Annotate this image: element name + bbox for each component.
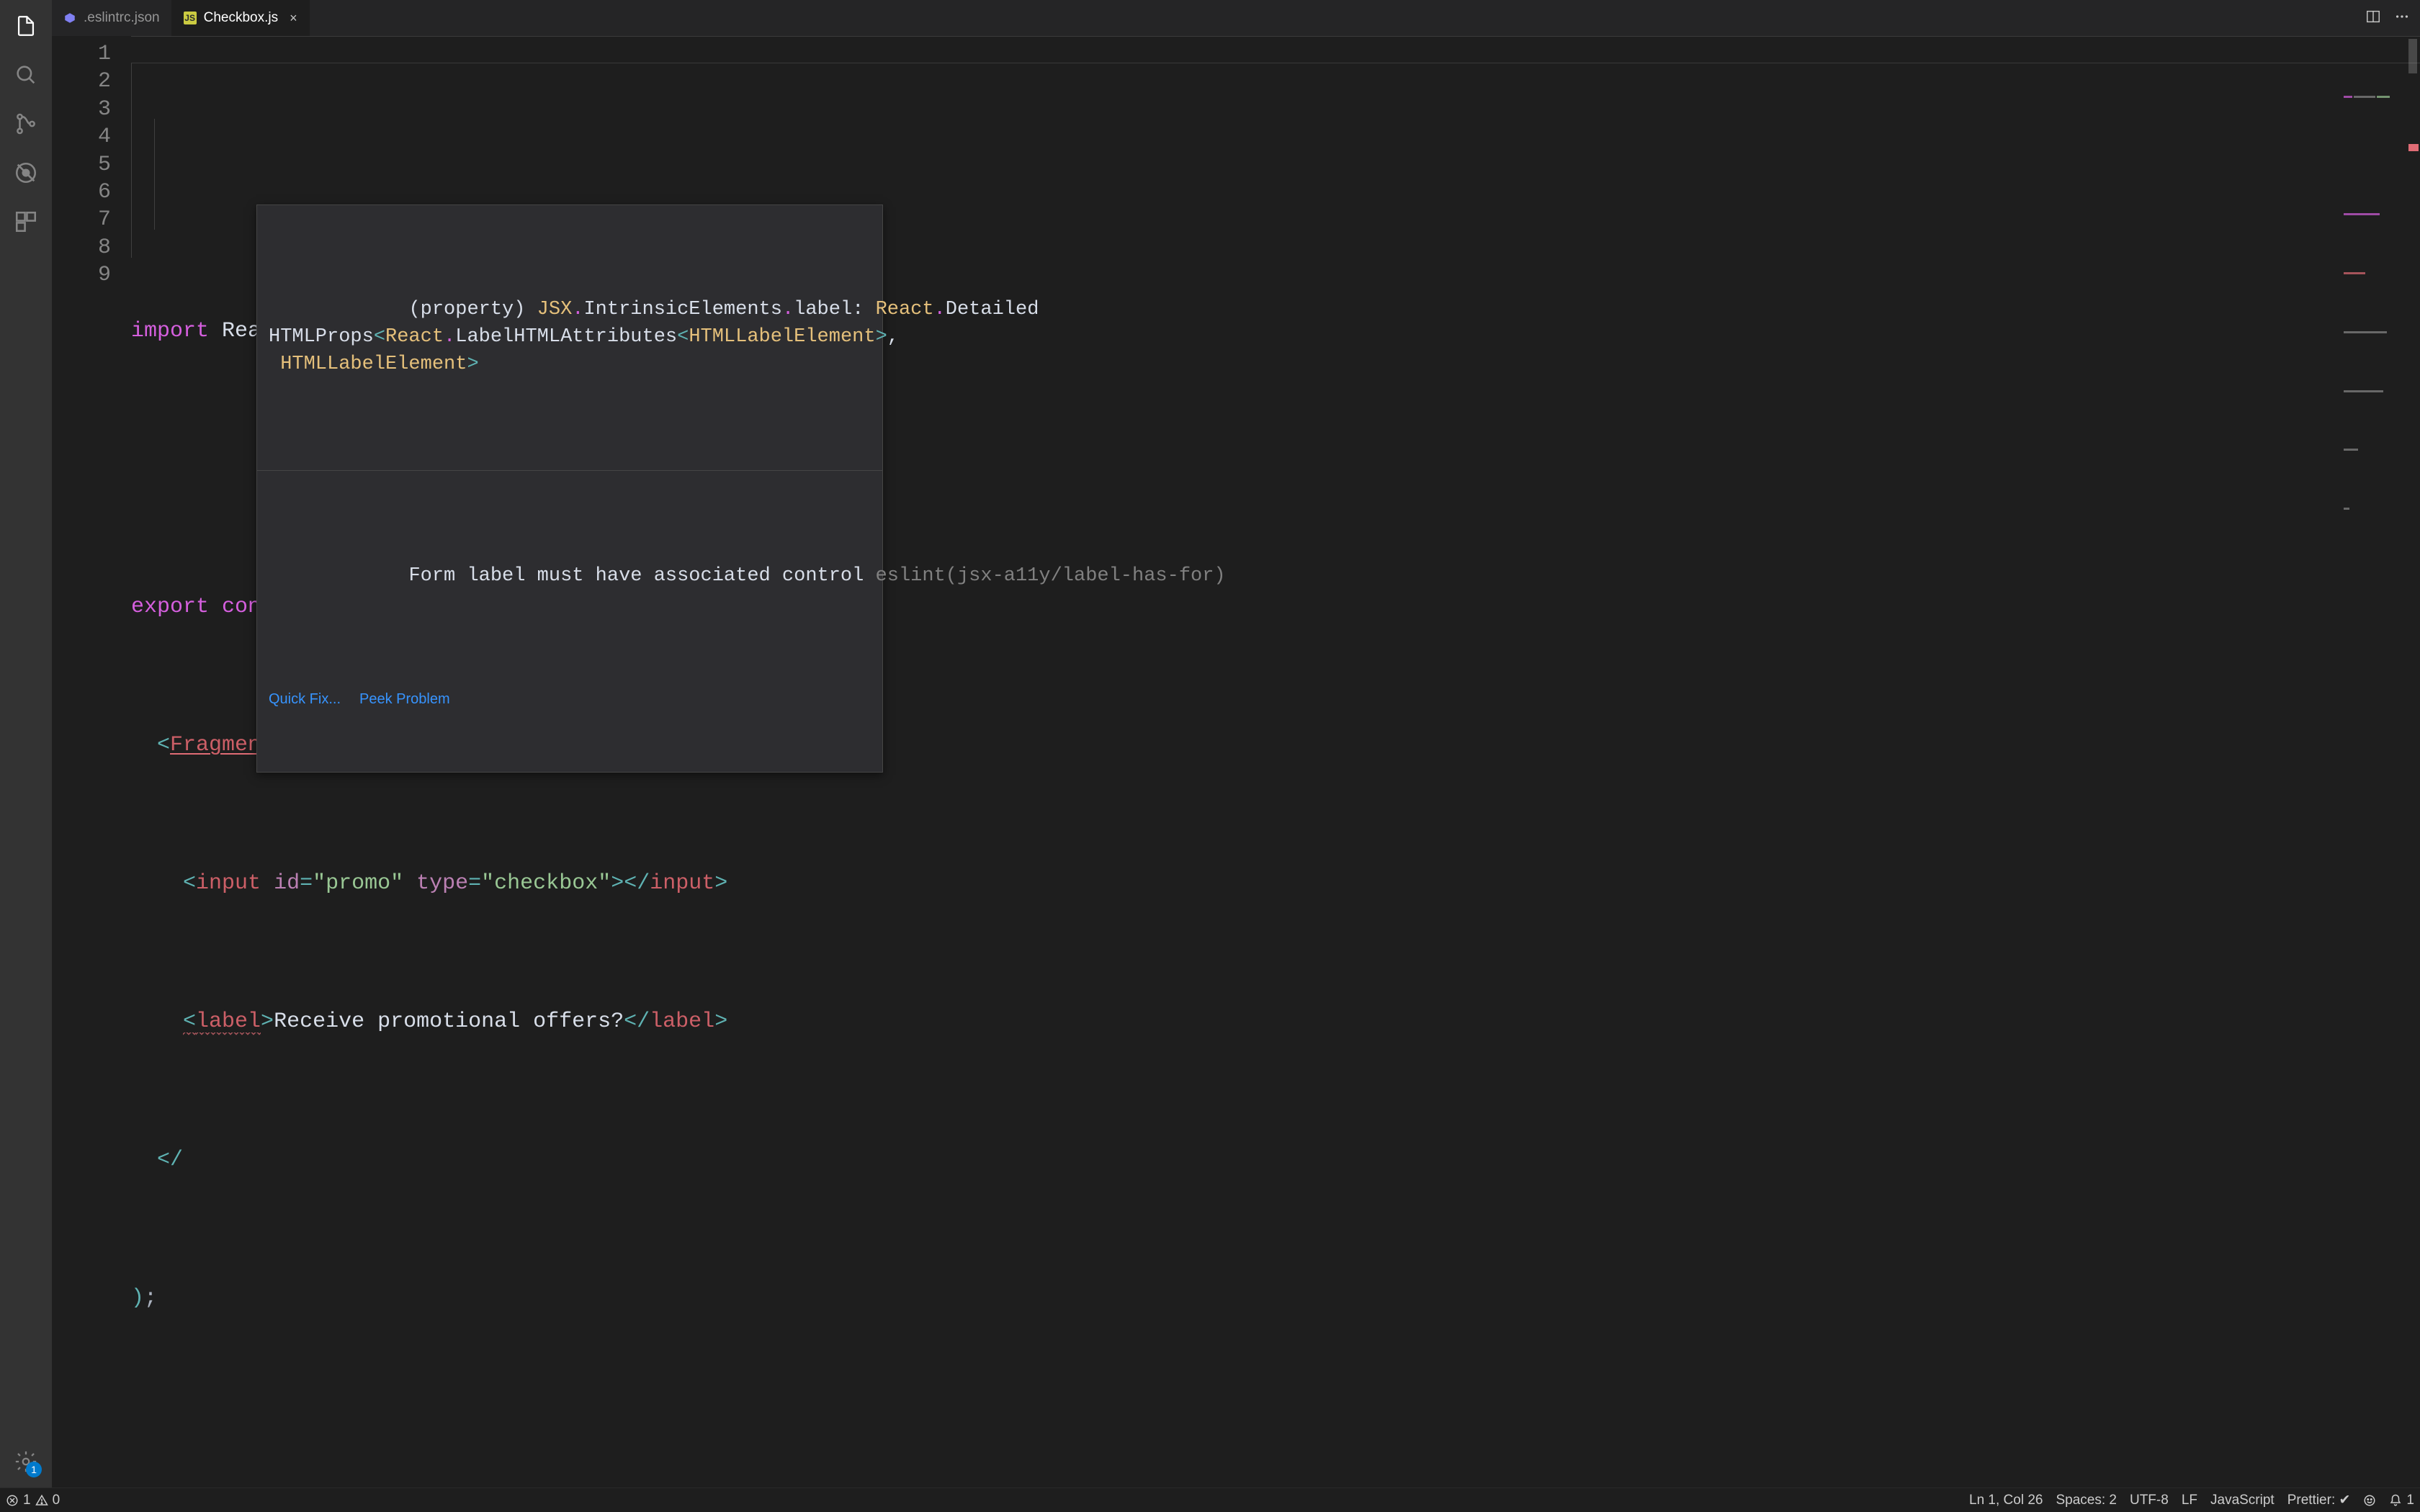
tab-bar: .eslintrc.json JS Checkbox.js × <box>52 0 2420 36</box>
status-error-count: 1 <box>23 1493 31 1508</box>
tab-eslintrc[interactable]: .eslintrc.json <box>52 0 172 36</box>
editor-scrollbar[interactable] <box>2407 36 2420 1488</box>
minimap[interactable] <box>2344 40 2408 156</box>
hover-tooltip: (property) JSX.IntrinsicElements.label: … <box>256 204 883 773</box>
editor-area[interactable]: 1 2 3 4 5 6 7 8 9 import React, { Fragme… <box>52 36 2420 1488</box>
error-icon <box>6 1494 19 1507</box>
activity-bar: 1 <box>0 0 52 1488</box>
extensions-icon[interactable] <box>9 204 43 239</box>
editor-actions <box>2355 0 2420 36</box>
settings-gear-icon[interactable]: 1 <box>9 1444 43 1479</box>
line-gutter: 1 2 3 4 5 6 7 8 9 <box>52 36 131 1488</box>
split-editor-icon[interactable] <box>2365 9 2381 28</box>
tab-label: .eslintrc.json <box>84 10 160 26</box>
close-icon[interactable]: × <box>290 11 297 26</box>
hover-lint-message: Form label must have associated control … <box>257 526 882 627</box>
quick-fix-link[interactable]: Quick Fix... <box>269 689 341 709</box>
source-control-icon[interactable] <box>9 107 43 141</box>
status-warning-count: 0 <box>53 1493 60 1508</box>
settings-badge: 1 <box>26 1462 42 1477</box>
warning-icon <box>35 1494 48 1507</box>
editor-column: .eslintrc.json JS Checkbox.js × 1 2 3 <box>52 0 2420 1488</box>
code-content[interactable]: import React, { Fragment } from 'react';… <box>131 36 2420 1488</box>
tab-checkbox[interactable]: JS Checkbox.js × <box>172 0 310 36</box>
more-actions-icon[interactable] <box>2394 9 2410 28</box>
eslint-file-icon <box>63 12 76 24</box>
js-file-icon: JS <box>184 12 197 24</box>
main-row: 1 .eslintrc.json JS Checkbox.js × <box>0 0 2420 1488</box>
search-icon[interactable] <box>9 58 43 92</box>
debug-icon[interactable] <box>9 156 43 190</box>
explorer-icon[interactable] <box>9 9 43 43</box>
hover-type-info: (property) JSX.IntrinsicElements.label: … <box>257 260 882 416</box>
status-problems[interactable]: 1 0 <box>6 1493 60 1508</box>
tab-label: Checkbox.js <box>204 10 279 26</box>
peek-problem-link[interactable]: Peek Problem <box>359 689 450 709</box>
